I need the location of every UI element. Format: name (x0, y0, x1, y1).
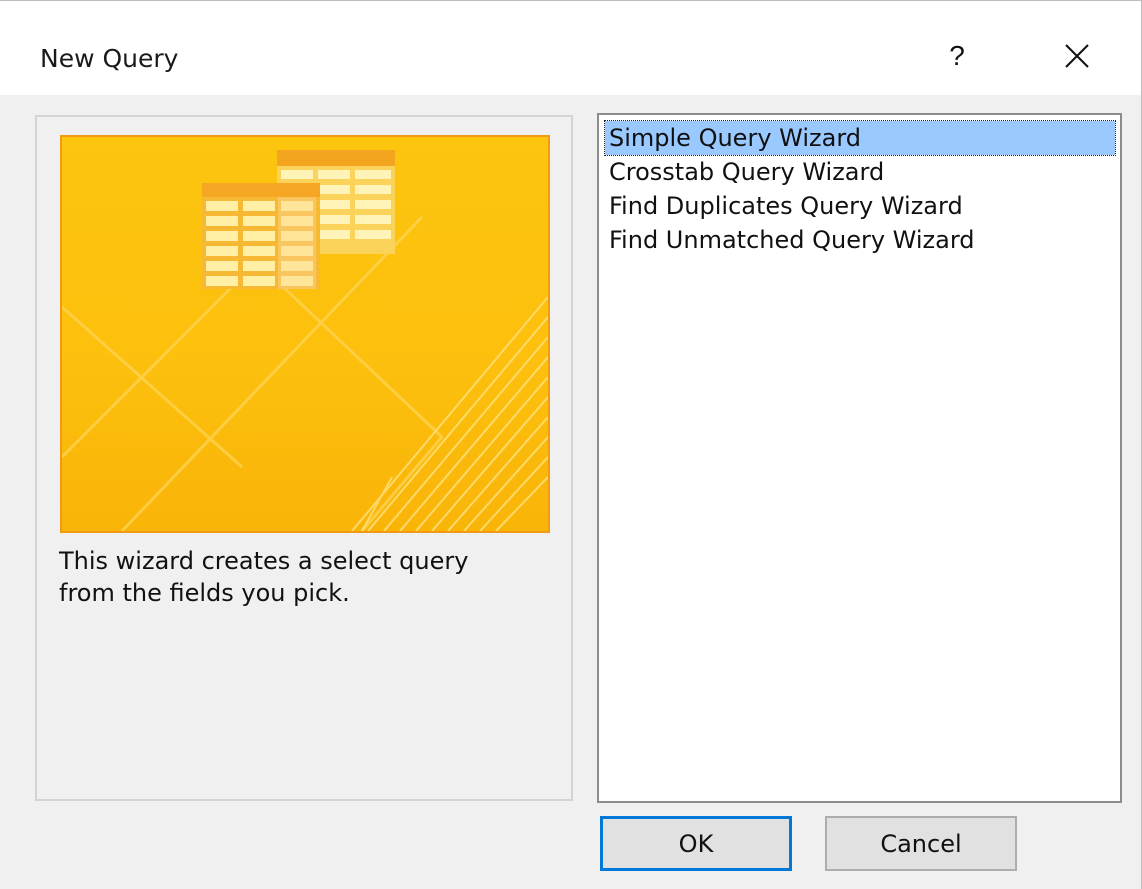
preview-panel: This wizard creates a select query from … (35, 115, 573, 801)
wizard-list[interactable]: Simple Query Wizard Crosstab Query Wizar… (597, 113, 1122, 803)
list-item[interactable]: Simple Query Wizard (604, 120, 1116, 156)
new-query-dialog: New Query ? This wizard creates a select… (0, 0, 1142, 889)
help-icon: ? (949, 40, 965, 71)
dialog-title: New Query (40, 44, 179, 73)
query-wizard-illustration (60, 135, 550, 533)
wizard-description: This wizard creates a select query from … (59, 547, 469, 607)
close-button[interactable] (1046, 29, 1108, 83)
list-item[interactable]: Find Unmatched Query Wizard (605, 223, 979, 257)
ok-button[interactable]: OK (600, 816, 792, 871)
close-icon (1065, 44, 1089, 68)
title-bar[interactable]: New Query ? (0, 1, 1141, 95)
cancel-button[interactable]: Cancel (825, 816, 1017, 871)
list-item[interactable]: Crosstab Query Wizard (605, 155, 888, 189)
help-button[interactable]: ? (926, 29, 988, 83)
list-item[interactable]: Find Duplicates Query Wizard (605, 189, 967, 223)
